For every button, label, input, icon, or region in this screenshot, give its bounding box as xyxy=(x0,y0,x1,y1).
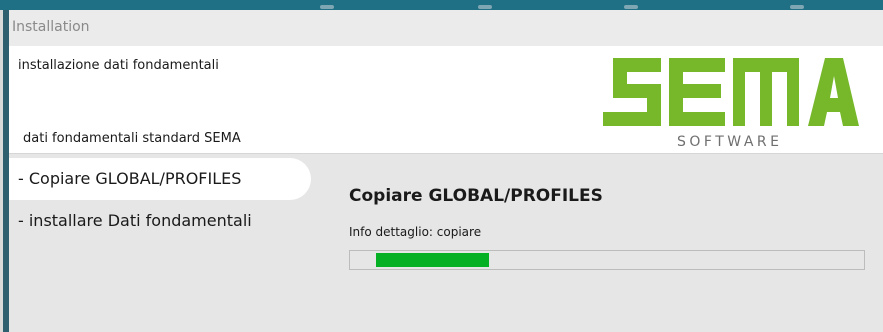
divider xyxy=(9,153,883,154)
header-title: installazione dati fondamentali xyxy=(18,58,219,73)
resize-grip-icon xyxy=(320,5,334,9)
step-item-copy-profiles[interactable]: - Copiare GLOBAL/PROFILES xyxy=(9,158,311,200)
sema-wordmark-icon xyxy=(603,58,859,126)
header-subtitle: dati fondamentali standard SEMA xyxy=(23,131,241,146)
background-window-top xyxy=(0,0,883,10)
header-panel: installazione dati fondamentali dati fon… xyxy=(9,46,883,153)
logo-tagline: SOFTWARE xyxy=(677,134,783,150)
detail-info: Info dettaglio: copiare xyxy=(349,225,482,239)
sema-logo: SOFTWARE xyxy=(599,50,859,150)
step-label: - Copiare GLOBAL/PROFILES xyxy=(18,169,242,188)
progress-fill xyxy=(376,253,489,267)
background-stripe xyxy=(0,0,3,332)
window-title: Installation xyxy=(12,19,90,35)
background-window-edge xyxy=(0,0,9,332)
progress-bar xyxy=(349,250,865,270)
installer-window: Installation installazione dati fondamen… xyxy=(9,10,883,332)
resize-grip-icon xyxy=(790,5,804,9)
step-heading: Copiare GLOBAL/PROFILES xyxy=(349,186,603,206)
resize-grip-icon xyxy=(478,5,492,9)
step-label: - installare Dati fondamentali xyxy=(18,211,252,230)
step-item-install-data[interactable]: - installare Dati fondamentali xyxy=(9,200,311,242)
resize-grip-icon xyxy=(624,5,638,9)
title-bar[interactable]: Installation xyxy=(9,10,883,46)
